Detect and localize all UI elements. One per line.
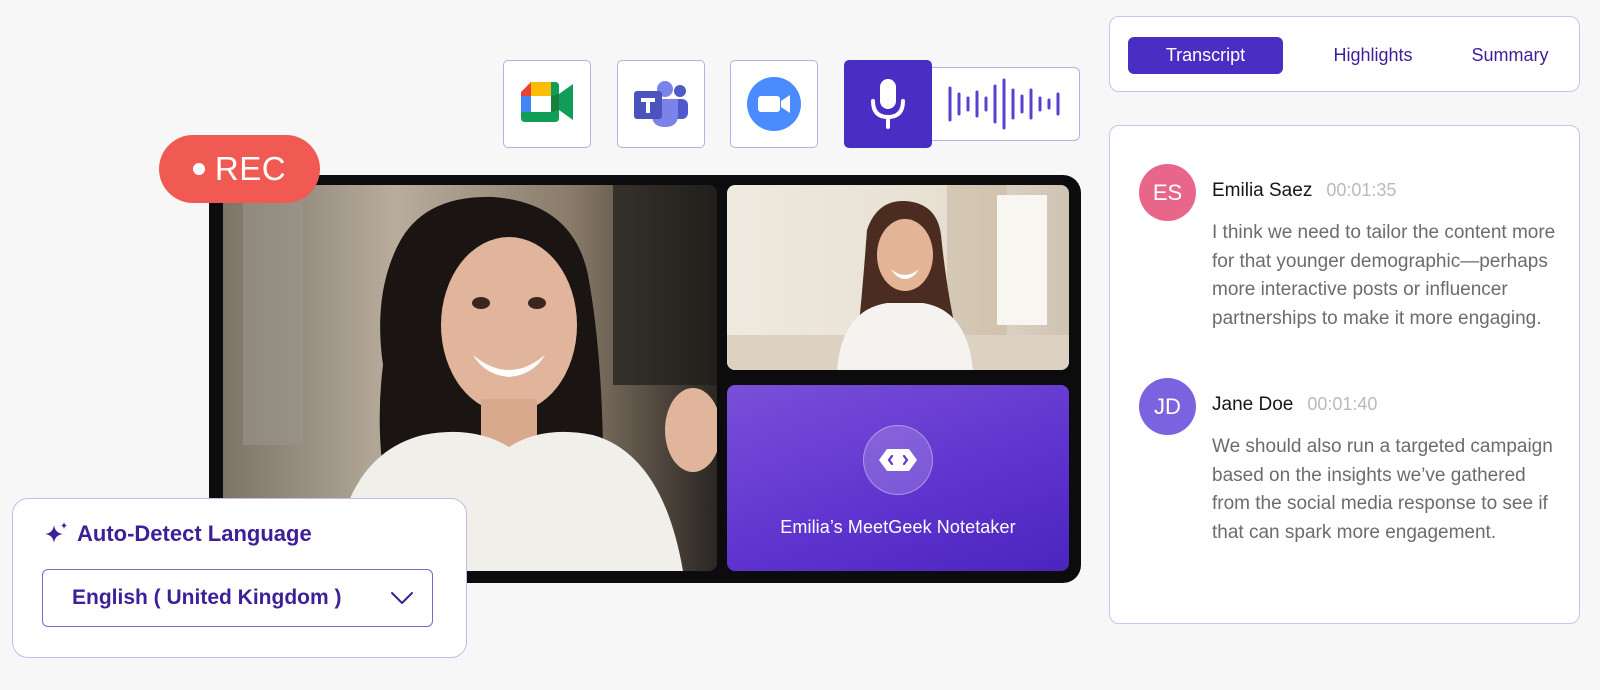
tab-summary[interactable]: Summary [1448,37,1572,74]
language-card-title: Auto-Detect Language [43,521,312,547]
notetaker-badge [863,424,933,495]
google-meet-tile[interactable] [503,60,591,148]
language-selected-value: English ( United Kingdom ) [72,586,342,609]
waveform-display [930,67,1080,141]
language-title-text: Auto-Detect Language [77,521,312,546]
microsoft-teams-tile[interactable] [617,60,705,148]
transcript-text: I think we need to tailor the content mo… [1212,222,1556,330]
tab-highlights[interactable]: Highlights [1308,37,1438,74]
google-meet-icon [521,82,573,122]
speaker-name-text: Jane Doe [1212,394,1294,415]
chevron-down-icon [391,592,413,604]
language-select[interactable]: English ( United Kingdom ) [42,569,433,627]
speaker-name: Jane Doe 00:01:40 [1212,394,1377,416]
notetaker-label: Emilia’s MeetGeek Notetaker [780,516,1016,537]
timestamp: 00:01:35 [1326,180,1397,200]
audio-waveform-icon [948,78,1059,130]
microsoft-teams-icon [634,81,688,127]
speaker-name-text: Emilia Saez [1212,180,1313,201]
transcript-text: We should also run a targeted campaign b… [1212,436,1553,544]
sparkle-icon [45,522,67,543]
rec-label: REC [214,150,287,187]
secondary-participant-video[interactable] [727,185,1069,370]
robot-face-icon [879,448,917,471]
language-card: Auto-Detect Language English ( United Ki… [12,498,467,658]
audio-recorder [844,60,1080,148]
rec-dot-icon [192,163,205,175]
recording-indicator: REC [159,135,320,203]
notetaker-tile: Emilia’s MeetGeek Notetaker [727,385,1069,571]
microphone-button[interactable] [844,60,932,148]
transcript-panel: ES Emilia Saez 00:01:35 I think we need t… [1109,125,1580,624]
avatar: ES [1139,164,1196,221]
timestamp: 00:01:40 [1307,394,1378,414]
zoom-tile[interactable] [730,60,818,148]
view-tabs: Transcript Highlights Summary [1109,16,1580,92]
avatar: JD [1139,378,1196,435]
microphone-icon [871,79,905,129]
speaker-name: Emilia Saez 00:01:35 [1212,180,1396,202]
tab-transcript[interactable]: Transcript [1128,37,1283,74]
zoom-icon [747,77,801,131]
participant-photo [727,185,1069,370]
